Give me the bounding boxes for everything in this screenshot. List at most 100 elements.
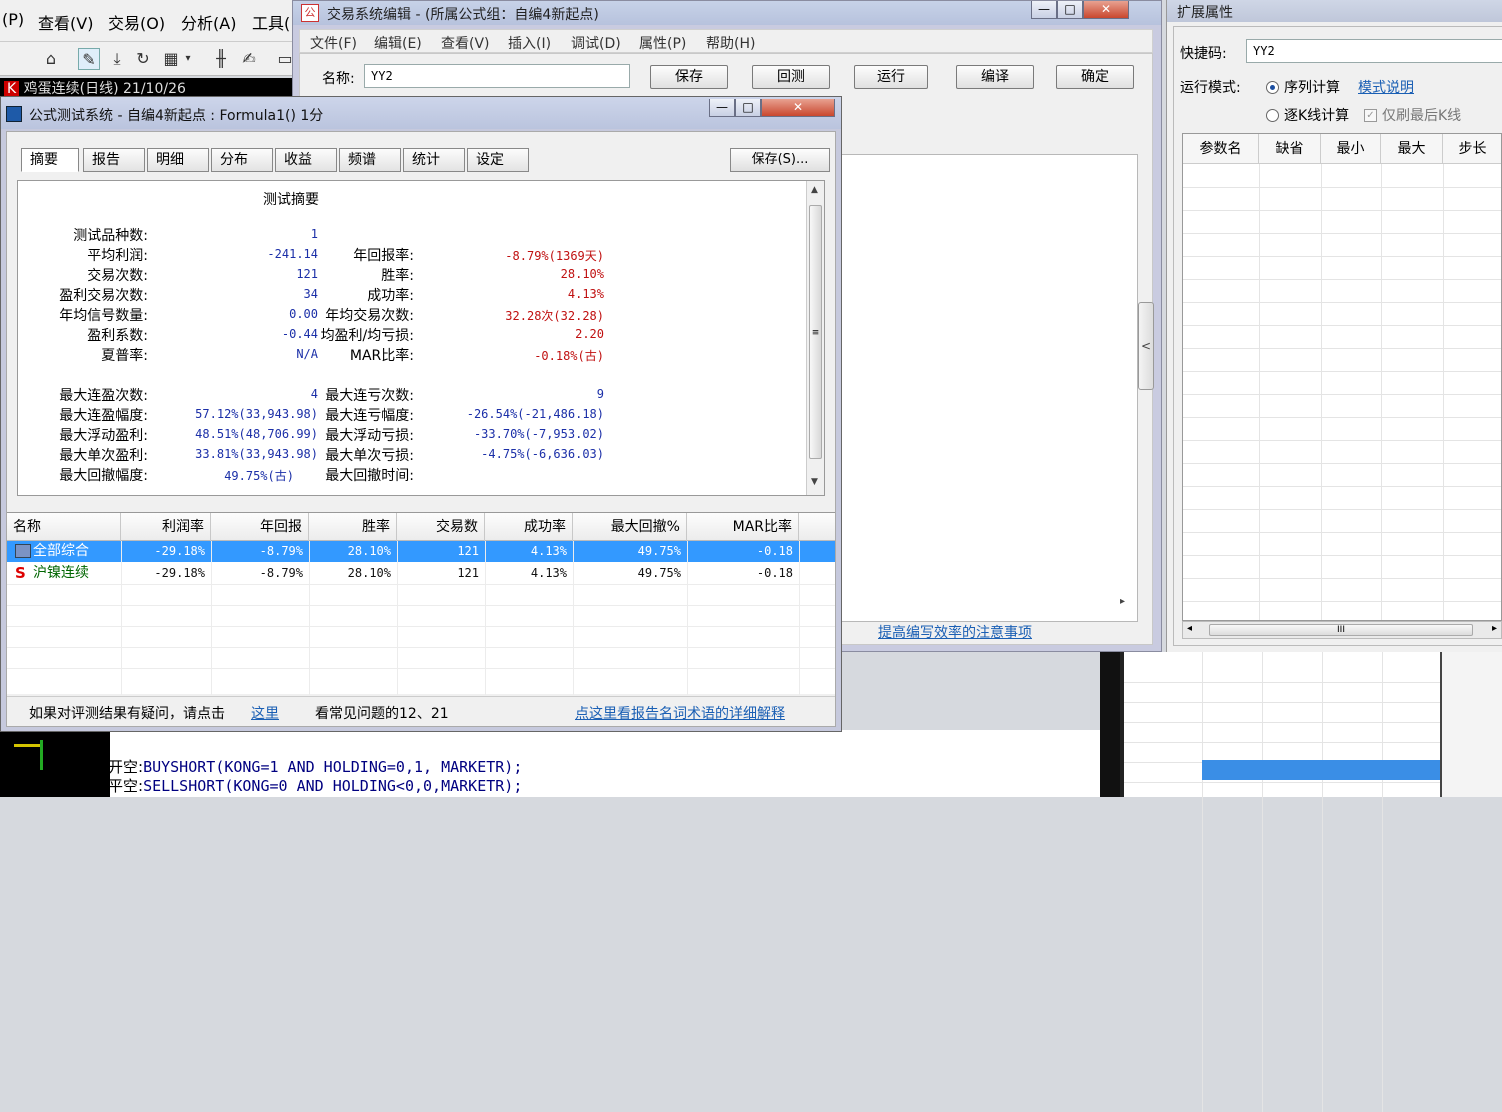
scroll-up-icon[interactable]: ▲ <box>811 185 818 195</box>
edit-icon[interactable]: ✍ <box>238 48 260 70</box>
menu-file[interactable]: 文件(F) <box>310 33 357 53</box>
table-row[interactable]: S 沪镍连续 -29.18% -8.79% 28.10% 121 4.13% 4… <box>7 563 835 584</box>
ext-title: 扩展属性 <box>1167 0 1502 22</box>
metric-label: 最大连亏幅度: <box>325 408 414 424</box>
col-step[interactable]: 步长 <box>1443 134 1501 164</box>
mode-sequence-label[interactable]: 序列计算 <box>1284 77 1340 97</box>
menu-debug[interactable]: 调试(D) <box>571 33 621 53</box>
code-function: SELLSHORT <box>143 777 225 795</box>
col-min[interactable]: 最小 <box>1321 134 1381 164</box>
metric-label: 最大连盈次数: <box>59 388 148 404</box>
compile-button[interactable]: 编译 <box>956 65 1034 89</box>
test-footer: 如果对评测结果有疑问，请点击 这里 看常见问题的12、21 点这里看报告名词术语… <box>7 696 835 726</box>
menu-help[interactable]: 帮助(H) <box>706 33 755 53</box>
close-icon[interactable]: ✕ <box>1083 1 1129 19</box>
pen-icon[interactable]: ✎ <box>78 48 100 70</box>
metric-value: -241.14 <box>267 247 318 261</box>
candles-icon[interactable]: ╫ <box>210 48 232 70</box>
metric-label: 年回报率: <box>353 248 414 264</box>
scroll-thumb[interactable]: ≡ <box>809 205 822 459</box>
summary-title: 测试摘要 <box>263 192 319 208</box>
table-row[interactable]: 全部综合 -29.18% -8.79% 28.10% 121 4.13% 49.… <box>7 541 835 562</box>
name-input[interactable]: YY2 <box>364 64 630 88</box>
param-grid[interactable]: 参数名 缺省 最小 最大 步长 <box>1182 133 1502 621</box>
mode-help-link[interactable]: 模式说明 <box>1358 77 1414 97</box>
col-win-rate[interactable]: 胜率 <box>309 513 397 541</box>
editor-titlebar[interactable]: 公 交易系统编辑 - (所属公式组：自编4新起点) — □ ✕ <box>293 1 1161 25</box>
scroll-right-icon[interactable]: ▸ <box>1492 623 1497 634</box>
maximize-icon[interactable]: □ <box>735 99 761 117</box>
metric-label: 交易次数: <box>87 268 148 284</box>
col-param-name[interactable]: 参数名 <box>1183 134 1259 164</box>
col-trades[interactable]: 交易数 <box>397 513 485 541</box>
menu-view[interactable]: 查看(V) <box>441 33 490 53</box>
param-hscroll[interactable]: ◂ III ▸ <box>1182 621 1502 639</box>
metric-value: -8.79%(1369天) <box>505 249 604 263</box>
grid-icon[interactable]: ▦ <box>160 48 182 70</box>
mode-bar-radio[interactable] <box>1266 109 1279 122</box>
tab-settings[interactable]: 设定 <box>467 148 529 172</box>
col-max[interactable]: 最大 <box>1381 134 1443 164</box>
scroll-left-icon[interactable]: ◂ <box>1187 623 1192 634</box>
tab-profit[interactable]: 收益 <box>275 148 337 172</box>
metric-value: -33.70%(-7,953.02) <box>473 427 604 441</box>
efficiency-tips-link[interactable]: 提高编写效率的注意事项 <box>878 622 1032 642</box>
close-icon[interactable]: ✕ <box>761 99 835 117</box>
code-editor-area[interactable]: 开空:BUYSHORT(KONG=1 AND HOLDING=0,1, MARK… <box>60 730 1120 797</box>
menu-properties[interactable]: 属性(P) <box>639 33 686 53</box>
metric-label: 最大浮动盈利: <box>59 428 148 444</box>
formula-test-window: 公式测试系统 - 自编4新起点 : Formula1() 1分 — □ ✕ 摘要… <box>0 96 842 732</box>
backtest-button[interactable]: 回测 <box>752 65 830 89</box>
col-profit-rate[interactable]: 利润率 <box>121 513 211 541</box>
save-button[interactable]: 保存 <box>650 65 728 89</box>
tab-summary[interactable]: 摘要 <box>21 148 79 172</box>
main-menu-item[interactable]: (P) <box>2 10 24 29</box>
minimize-icon[interactable]: — <box>1031 1 1057 19</box>
save-report-button[interactable]: 保存(S)... <box>730 148 830 172</box>
mode-bar-label[interactable]: 逐K线计算 <box>1284 105 1349 125</box>
col-name[interactable]: 名称 <box>7 513 121 541</box>
col-annual-return[interactable]: 年回报 <box>211 513 309 541</box>
cell: 49.75% <box>637 544 681 558</box>
collapse-splitter[interactable]: < <box>1138 302 1154 390</box>
main-menu-view[interactable]: 查看(V) <box>38 10 93 34</box>
refresh-icon[interactable]: ↻ <box>132 48 154 70</box>
tab-spectrum[interactable]: 频谱 <box>339 148 401 172</box>
dropdown-icon[interactable]: ▾ <box>182 48 194 70</box>
main-menu-tools[interactable]: 工具( <box>252 10 290 34</box>
only-last-checkbox[interactable]: ✓ <box>1364 109 1377 122</box>
tab-distribution[interactable]: 分布 <box>211 148 273 172</box>
metric-value: N/A <box>296 347 318 361</box>
glossary-link[interactable]: 点这里看报告名词术语的详细解释 <box>575 703 785 723</box>
menu-insert[interactable]: 插入(I) <box>508 33 551 53</box>
main-menu-trade[interactable]: 交易(O) <box>108 10 165 34</box>
metric-value: 1 <box>310 227 318 241</box>
confirm-button[interactable]: 确定 <box>1056 65 1134 89</box>
scroll-thumb[interactable]: III <box>1209 624 1473 636</box>
cell: 121 <box>457 566 479 580</box>
scroll-down-icon[interactable]: ▼ <box>811 477 818 487</box>
scroll-right-icon[interactable]: ▸ <box>1120 596 1125 607</box>
shortcut-input[interactable]: YY2 <box>1246 39 1502 63</box>
summary-vscroll[interactable]: ▲ ≡ ▼ <box>806 181 824 495</box>
cell: 121 <box>457 544 479 558</box>
download-icon[interactable]: ⤓ <box>106 48 128 70</box>
col-max-drawdown[interactable]: 最大回撤% <box>573 513 687 541</box>
col-default[interactable]: 缺省 <box>1259 134 1321 164</box>
maximize-icon[interactable]: □ <box>1057 1 1083 19</box>
mode-sequence-radio[interactable] <box>1266 81 1279 94</box>
menu-edit[interactable]: 编辑(E) <box>374 33 422 53</box>
tab-statistics[interactable]: 统计 <box>403 148 465 172</box>
cell: -8.79% <box>259 544 303 558</box>
selected-row[interactable] <box>1202 760 1442 780</box>
run-button[interactable]: 运行 <box>854 65 928 89</box>
minimize-icon[interactable]: — <box>709 99 735 117</box>
footer-here-link[interactable]: 这里 <box>251 703 279 723</box>
tab-detail[interactable]: 明细 <box>147 148 209 172</box>
tab-report[interactable]: 报告 <box>83 148 145 172</box>
home-icon[interactable]: ⌂ <box>40 48 62 70</box>
main-menu-analysis[interactable]: 分析(A) <box>181 10 236 34</box>
test-titlebar[interactable]: 公式测试系统 - 自编4新起点 : Formula1() 1分 — □ ✕ <box>1 97 841 129</box>
col-mar-ratio[interactable]: MAR比率 <box>687 513 799 541</box>
col-success-rate[interactable]: 成功率 <box>485 513 573 541</box>
